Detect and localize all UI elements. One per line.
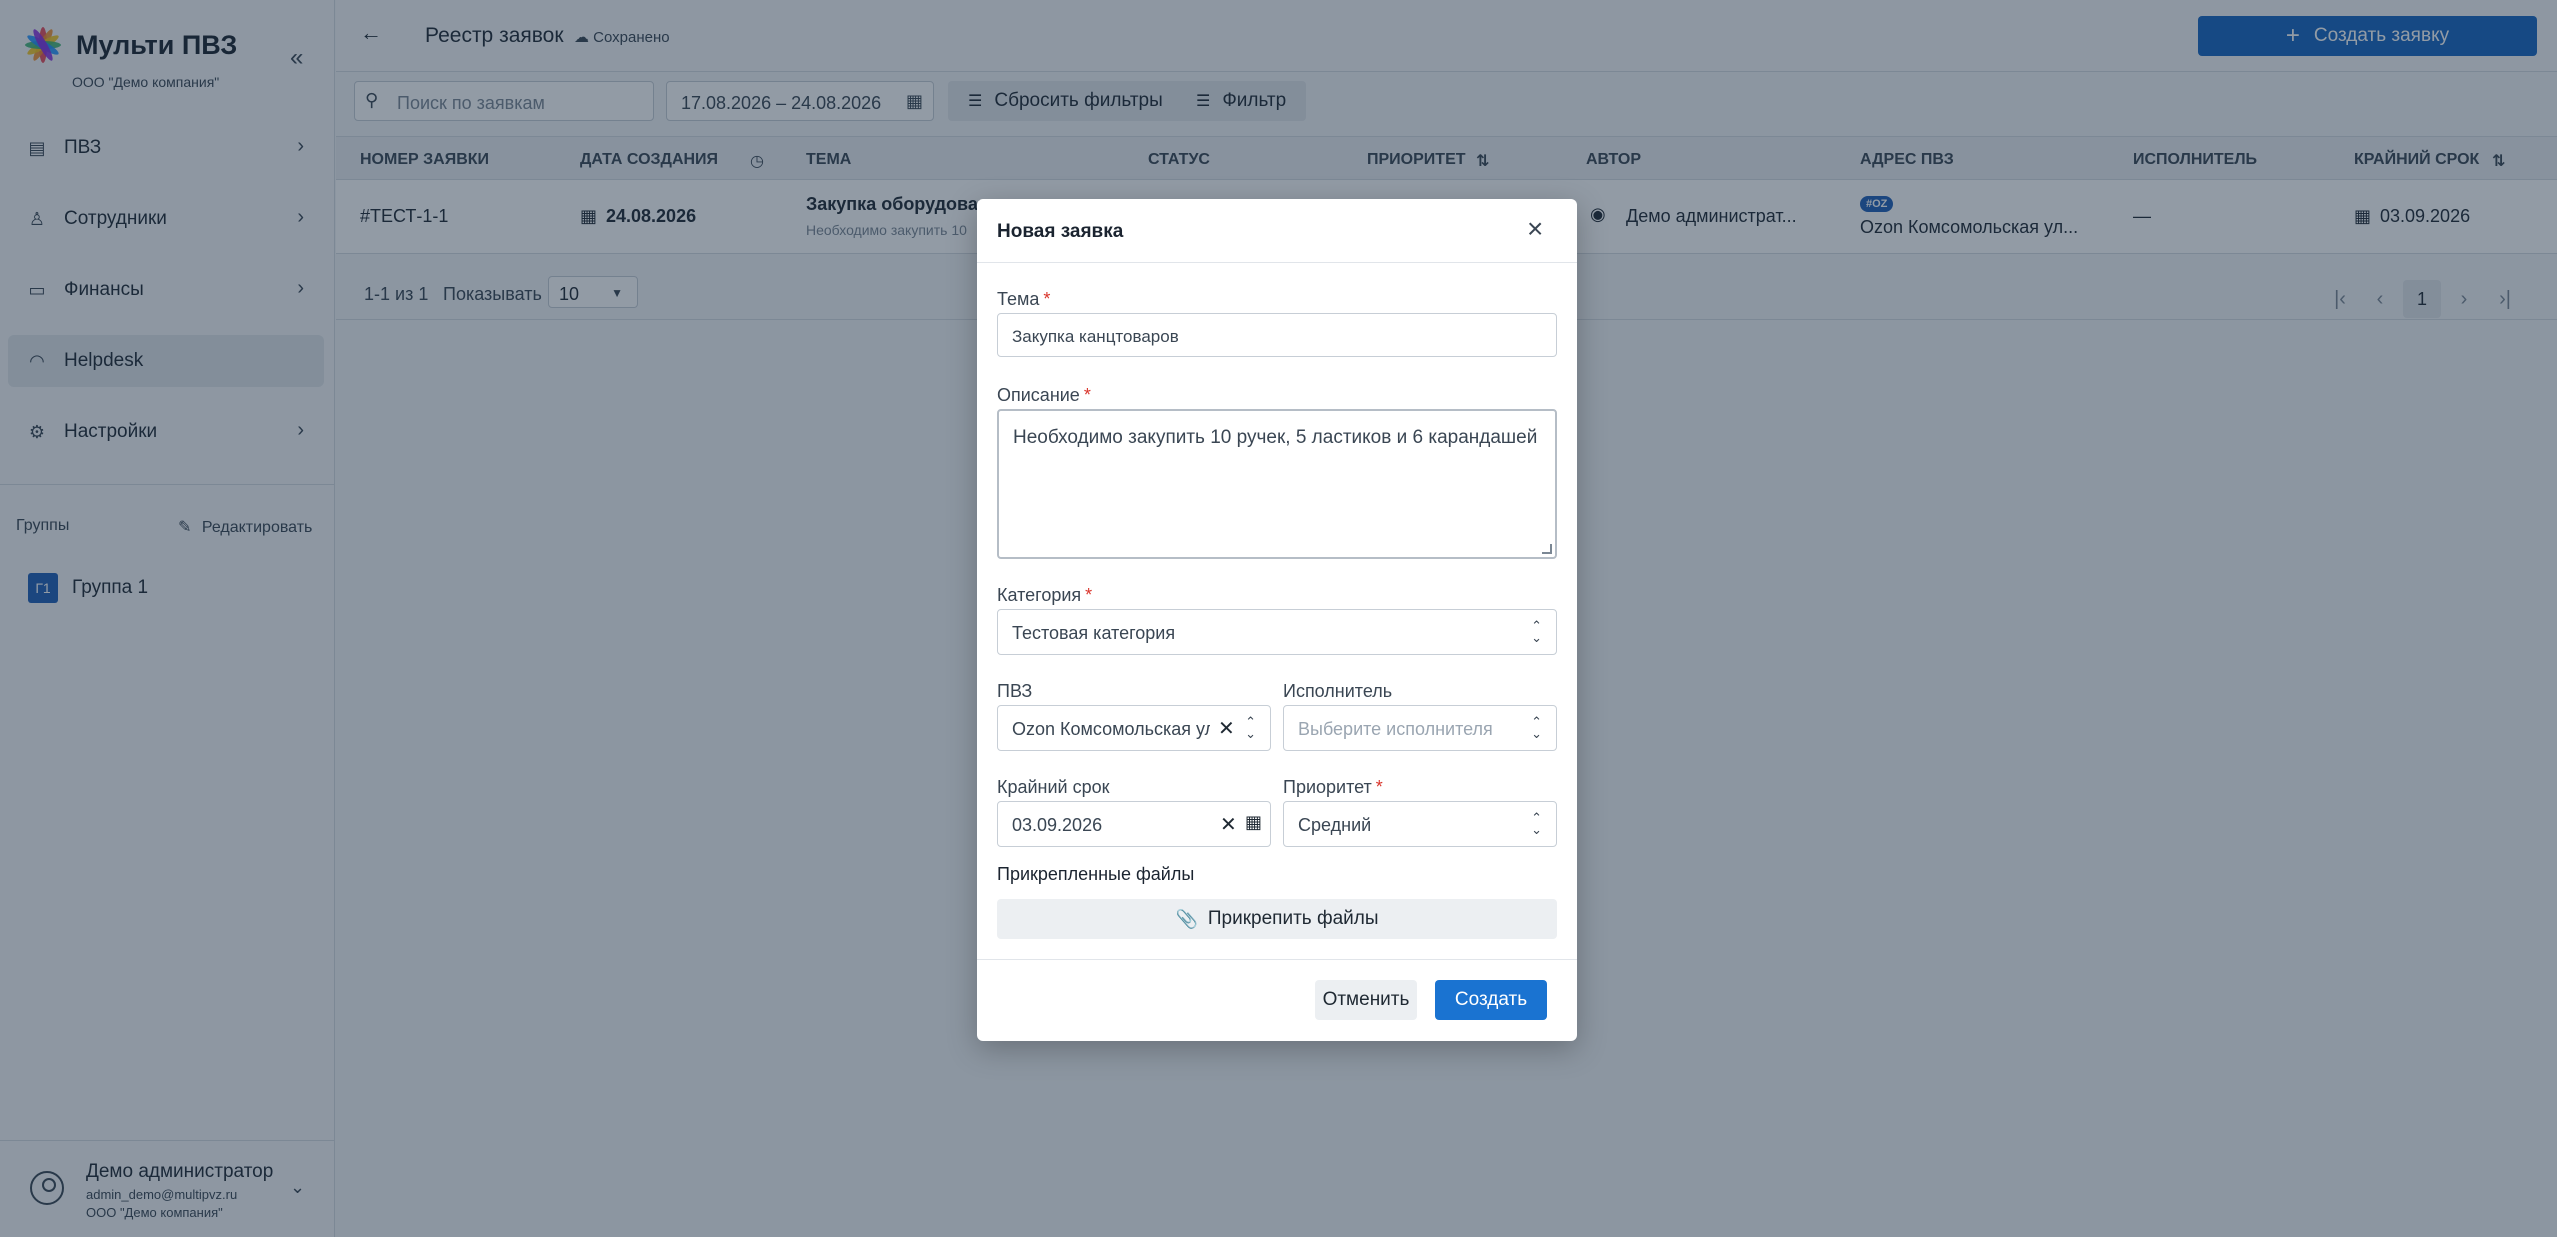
subject-input[interactable]: Закупка канцтоваров — [997, 313, 1557, 357]
attached-files-label: Прикрепленные файлы — [997, 864, 1195, 884]
description-label: Описание * — [997, 385, 1091, 406]
priority-label: Приоритет * — [1283, 777, 1383, 798]
pvz-select[interactable]: Ozon Комсомольская улица ✕ ⌃⌄ — [997, 705, 1271, 751]
priority-select[interactable]: Средний ⌃ ⌄ — [1283, 801, 1557, 847]
deadline-value: 03.09.2026 — [1012, 815, 1103, 835]
new-request-dialog: Новая заявка × Тема * Закупка канцтоваров… — [977, 199, 1577, 1041]
category-label: Категория * — [997, 585, 1092, 606]
priority-value: Средний — [1298, 815, 1372, 835]
create-button[interactable]: Создать — [1435, 980, 1547, 1020]
executor-select[interactable]: Выберите исполнителя ⌃ ⌄ — [1283, 705, 1557, 751]
description-label-text: Описание — [997, 385, 1080, 405]
attach-files-label: Прикрепить файлы — [1207, 908, 1379, 929]
required-mark: * — [1085, 585, 1093, 605]
attach-files-button[interactable]: 📎 Прикрепить файлы — [997, 899, 1557, 939]
clear-icon[interactable]: ✕ — [1218, 716, 1235, 741]
required-mark: * — [1083, 385, 1091, 405]
pvz-value: Ozon Комсомольская улица — [1012, 719, 1210, 739]
clear-icon[interactable]: ✕ — [1220, 812, 1237, 837]
priority-label-text: Приоритет — [1283, 777, 1372, 797]
category-select[interactable]: Тестовая категория ⌃ ⌄ — [997, 609, 1557, 655]
category-label-text: Категория — [997, 585, 1082, 605]
updown-icon: ⌃ ⌄ — [1245, 714, 1256, 741]
executor-placeholder: Выберите исполнителя — [1298, 719, 1493, 739]
subject-label-text: Тема — [997, 289, 1040, 309]
deadline-date-input[interactable]: 03.09.2026 ✕ ▦ — [997, 801, 1271, 847]
updown-icon: ⌃ ⌄ — [1531, 714, 1542, 741]
description-textarea[interactable]: Необходимо закупить 10 ручек, 5 ластиков… — [997, 409, 1557, 559]
updown-icon: ⌃ ⌄ — [1531, 810, 1542, 837]
cancel-button[interactable]: Отменить — [1315, 980, 1417, 1020]
subject-value: Закупка канцтоваров — [1012, 327, 1179, 346]
pvz-label: ПВЗ — [997, 681, 1033, 701]
category-value: Тестовая категория — [1012, 623, 1176, 643]
required-mark: * — [1043, 289, 1051, 309]
deadline-label: Крайний срок — [997, 777, 1110, 797]
subject-label: Тема * — [997, 289, 1050, 310]
modal-footer: Отменить Создать — [977, 959, 1577, 1041]
updown-icon: ⌃ ⌄ — [1531, 618, 1542, 645]
executor-label: Исполнитель — [1283, 681, 1393, 701]
calendar-icon[interactable]: ▦ — [1245, 812, 1262, 833]
resize-handle[interactable] — [1542, 544, 1552, 554]
close-icon[interactable]: × — [1527, 213, 1543, 245]
modal-header: Новая заявка × — [977, 199, 1577, 263]
description-value: Необходимо закупить 10 ручек, 5 ластиков… — [1013, 427, 1538, 448]
modal-title: Новая заявка — [997, 221, 1124, 242]
required-mark: * — [1375, 777, 1383, 797]
paperclip-icon: 📎 — [1175, 908, 1198, 929]
